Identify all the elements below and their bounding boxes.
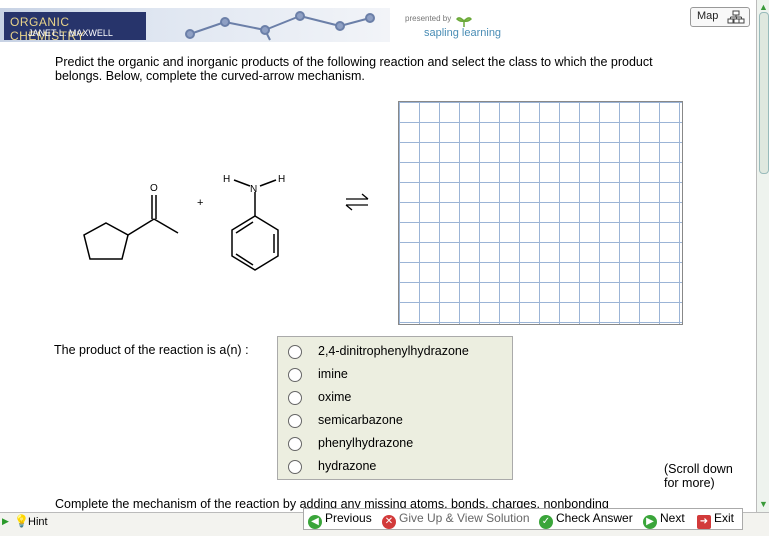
hint-label: Hint — [28, 516, 48, 528]
radio-button[interactable] — [288, 345, 302, 359]
option-imine[interactable]: imine — [288, 366, 508, 386]
option-label: imine — [318, 367, 348, 381]
equilibrium-arrow-icon — [345, 193, 369, 211]
radio-button[interactable] — [288, 368, 302, 382]
option-label: 2,4-dinitrophenylhydrazone — [318, 344, 469, 358]
check-answer-button[interactable]: ✓ Check Answer — [539, 511, 633, 529]
map-button-label: Map — [697, 10, 719, 22]
banner: Organic Chemistry Janet L. Maxwell prese… — [0, 0, 756, 46]
course-title-box: Organic Chemistry Janet L. Maxwell — [4, 12, 146, 43]
next-arrow-icon: ▶ — [643, 515, 657, 529]
presented-by-label: presented by — [405, 14, 452, 23]
radio-button[interactable] — [288, 414, 302, 428]
vertical-scrollbar[interactable]: ▲ ▼ — [756, 0, 769, 512]
scroll-down-arrow-icon[interactable]: ▼ — [759, 499, 768, 509]
product-question-label: The product of the reaction is a(n) : — [54, 343, 249, 357]
scroll-down-note: (Scroll down for more) — [664, 462, 733, 490]
option-semicarbazone[interactable]: semicarbazone — [288, 412, 508, 432]
radio-button[interactable] — [288, 460, 302, 474]
h-atom-right-label: H — [278, 174, 285, 185]
option-oxime[interactable]: oxime — [288, 389, 508, 409]
option-dinitrophenylhydrazone[interactable]: 2,4-dinitrophenylhydrazone — [288, 343, 508, 363]
reactant-ketone: O — [83, 183, 179, 260]
give-up-label: Give Up & View Solution — [399, 511, 530, 525]
map-button[interactable]: Map — [690, 7, 750, 27]
option-label: phenylhydrazone — [318, 436, 414, 450]
check-answer-label: Check Answer — [556, 511, 633, 525]
option-label: oxime — [318, 390, 352, 404]
previous-button[interactable]: ◀ Previous — [308, 511, 372, 529]
expand-arrow-icon: ▶ — [2, 516, 9, 526]
exit-button[interactable]: ➜ Exit — [697, 511, 735, 529]
scroll-up-arrow-icon[interactable]: ▲ — [759, 2, 768, 12]
option-phenylhydrazone[interactable]: phenylhydrazone — [288, 435, 508, 455]
previous-label: Previous — [325, 511, 372, 525]
sapling-leaf-icon — [456, 17, 472, 27]
sitemap-icon — [727, 10, 745, 24]
exit-door-icon: ➜ — [697, 515, 711, 529]
radio-button[interactable] — [288, 391, 302, 405]
plus-sign: + — [197, 197, 204, 209]
exit-label: Exit — [714, 511, 735, 525]
give-up-button[interactable]: ✕ Give Up & View Solution — [382, 511, 530, 529]
h-atom-left-label: H — [223, 174, 230, 185]
option-label: hydrazone — [318, 459, 377, 473]
previous-arrow-icon: ◀ — [308, 515, 322, 529]
reactant-phenylhydrazine: H N H — [223, 174, 285, 271]
molecule-decoration-icon — [185, 11, 375, 41]
scroll-note-line1: (Scroll down — [664, 462, 733, 476]
content-frame: Organic Chemistry Janet L. Maxwell prese… — [0, 0, 757, 512]
oxygen-atom-label: O — [150, 183, 158, 194]
next-button[interactable]: ▶ Next — [643, 511, 685, 529]
navigation-bar: ◀ Previous ✕ Give Up & View Solution ✓ Chec… — [303, 508, 743, 530]
lightbulb-icon: 💡 — [14, 514, 29, 528]
product-class-options: 2,4-dinitrophenylhydrazone imine oxime s… — [277, 336, 513, 480]
option-label: semicarbazone — [318, 413, 403, 427]
sapling-logo: sapling learning — [424, 27, 502, 39]
question-prompt: Predict the organic and inorganic produc… — [55, 55, 653, 83]
drawing-canvas[interactable] — [398, 101, 683, 325]
scrollbar-thumb[interactable] — [759, 12, 769, 174]
author-name: Janet L. Maxwell — [28, 28, 113, 38]
next-label: Next — [660, 511, 685, 525]
option-hydrazone[interactable]: hydrazone — [288, 458, 508, 478]
radio-button[interactable] — [288, 437, 302, 451]
give-up-x-icon: ✕ — [382, 515, 396, 529]
check-icon: ✓ — [539, 515, 553, 529]
nitrogen-atom-label: N — [250, 184, 257, 195]
scroll-note-line2: for more) — [664, 476, 715, 490]
